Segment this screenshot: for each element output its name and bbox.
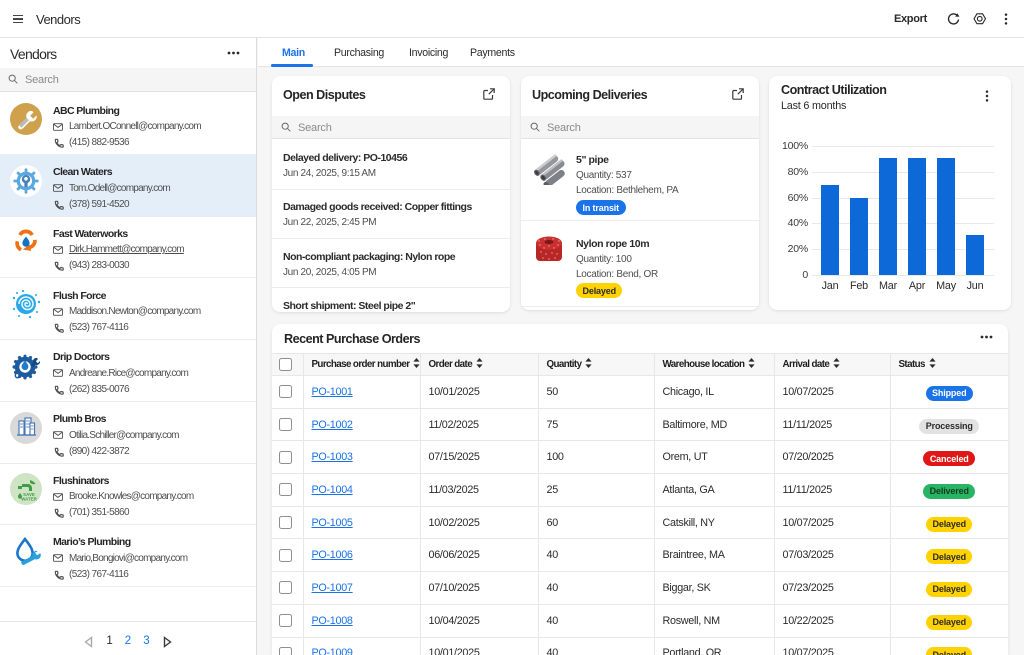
svg-text:WATER: WATER	[21, 497, 37, 502]
